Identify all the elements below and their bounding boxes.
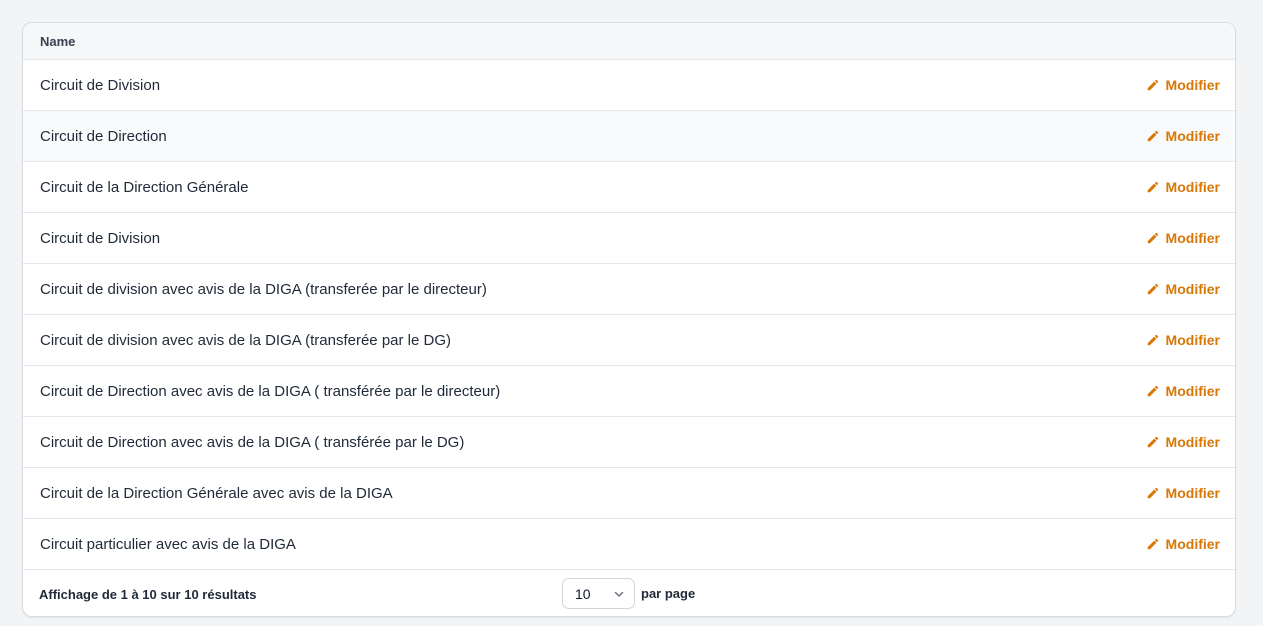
pencil-icon bbox=[1147, 181, 1158, 193]
table-row: Circuit de la Direction Générale Modifie… bbox=[23, 162, 1235, 213]
per-page-label: par page bbox=[641, 586, 696, 601]
pencil-icon bbox=[1147, 283, 1158, 295]
edit-button[interactable]: Modifier bbox=[1146, 179, 1220, 195]
edit-button[interactable]: Modifier bbox=[1146, 77, 1220, 93]
table-row: Circuit de Division Modifier bbox=[23, 213, 1235, 264]
row-name: Circuit de Direction bbox=[40, 127, 167, 145]
table-header: Name bbox=[23, 23, 1235, 60]
edit-button[interactable]: Modifier bbox=[1146, 434, 1220, 450]
table-row: Circuit de division avec avis de la DIGA… bbox=[23, 315, 1235, 366]
pencil-icon bbox=[1147, 232, 1158, 244]
edit-label: Modifier bbox=[1165, 230, 1220, 246]
edit-label: Modifier bbox=[1165, 485, 1220, 501]
edit-label: Modifier bbox=[1165, 179, 1220, 195]
table-row: Circuit de Direction avec avis de la DIG… bbox=[23, 366, 1235, 417]
row-name: Circuit de la Direction Générale avec av… bbox=[40, 484, 393, 502]
per-page-select[interactable]: 10 bbox=[562, 578, 635, 609]
row-name: Circuit de Direction avec avis de la DIG… bbox=[40, 433, 465, 451]
edit-label: Modifier bbox=[1165, 383, 1220, 399]
pagination-info: Affichage de 1 à 10 sur 10 résultats bbox=[39, 586, 257, 602]
row-name: Circuit de Division bbox=[40, 76, 161, 94]
row-name: Circuit de Division bbox=[40, 229, 161, 247]
per-page-control: 10 par page bbox=[562, 578, 695, 609]
edit-button[interactable]: Modifier bbox=[1146, 230, 1220, 246]
table-row: Circuit de Direction Modifier bbox=[23, 111, 1235, 162]
edit-button[interactable]: Modifier bbox=[1146, 281, 1220, 297]
row-name: Circuit de Direction avec avis de la DIG… bbox=[40, 382, 501, 400]
pencil-icon bbox=[1147, 79, 1158, 91]
table-row: Circuit de division avec avis de la DIGA… bbox=[23, 264, 1235, 315]
row-name: Circuit particulier avec avis de la DIGA bbox=[40, 535, 296, 553]
pencil-icon bbox=[1147, 334, 1158, 346]
edit-label: Modifier bbox=[1165, 77, 1220, 93]
pencil-icon bbox=[1147, 385, 1158, 397]
per-page-value: 10 bbox=[575, 585, 591, 602]
edit-label: Modifier bbox=[1165, 128, 1220, 144]
table-row: Circuit particulier avec avis de la DIGA… bbox=[23, 519, 1235, 570]
row-name: Circuit de division avec avis de la DIGA… bbox=[40, 280, 487, 298]
edit-label: Modifier bbox=[1165, 536, 1220, 552]
table-row: Circuit de Division Modifier bbox=[23, 60, 1235, 111]
column-header-name[interactable]: Name bbox=[40, 34, 75, 49]
pencil-icon bbox=[1147, 130, 1158, 142]
edit-label: Modifier bbox=[1165, 332, 1220, 348]
row-name: Circuit de division avec avis de la DIGA… bbox=[40, 331, 451, 349]
pencil-icon bbox=[1147, 487, 1158, 499]
table-row: Circuit de la Direction Générale avec av… bbox=[23, 468, 1235, 519]
edit-label: Modifier bbox=[1165, 281, 1220, 297]
edit-button[interactable]: Modifier bbox=[1146, 332, 1220, 348]
edit-button[interactable]: Modifier bbox=[1146, 383, 1220, 399]
table-footer: Affichage de 1 à 10 sur 10 résultats 10 … bbox=[23, 570, 1235, 616]
chevron-down-icon bbox=[614, 591, 624, 597]
table-row: Circuit de Direction avec avis de la DIG… bbox=[23, 417, 1235, 468]
edit-button[interactable]: Modifier bbox=[1146, 536, 1220, 552]
row-name: Circuit de la Direction Générale bbox=[40, 178, 249, 196]
edit-label: Modifier bbox=[1165, 434, 1220, 450]
records-table-card: Name Circuit de Division Modifier Circui… bbox=[22, 22, 1236, 617]
pencil-icon bbox=[1147, 436, 1158, 448]
pencil-icon bbox=[1147, 538, 1158, 550]
edit-button[interactable]: Modifier bbox=[1146, 485, 1220, 501]
edit-button[interactable]: Modifier bbox=[1146, 128, 1220, 144]
